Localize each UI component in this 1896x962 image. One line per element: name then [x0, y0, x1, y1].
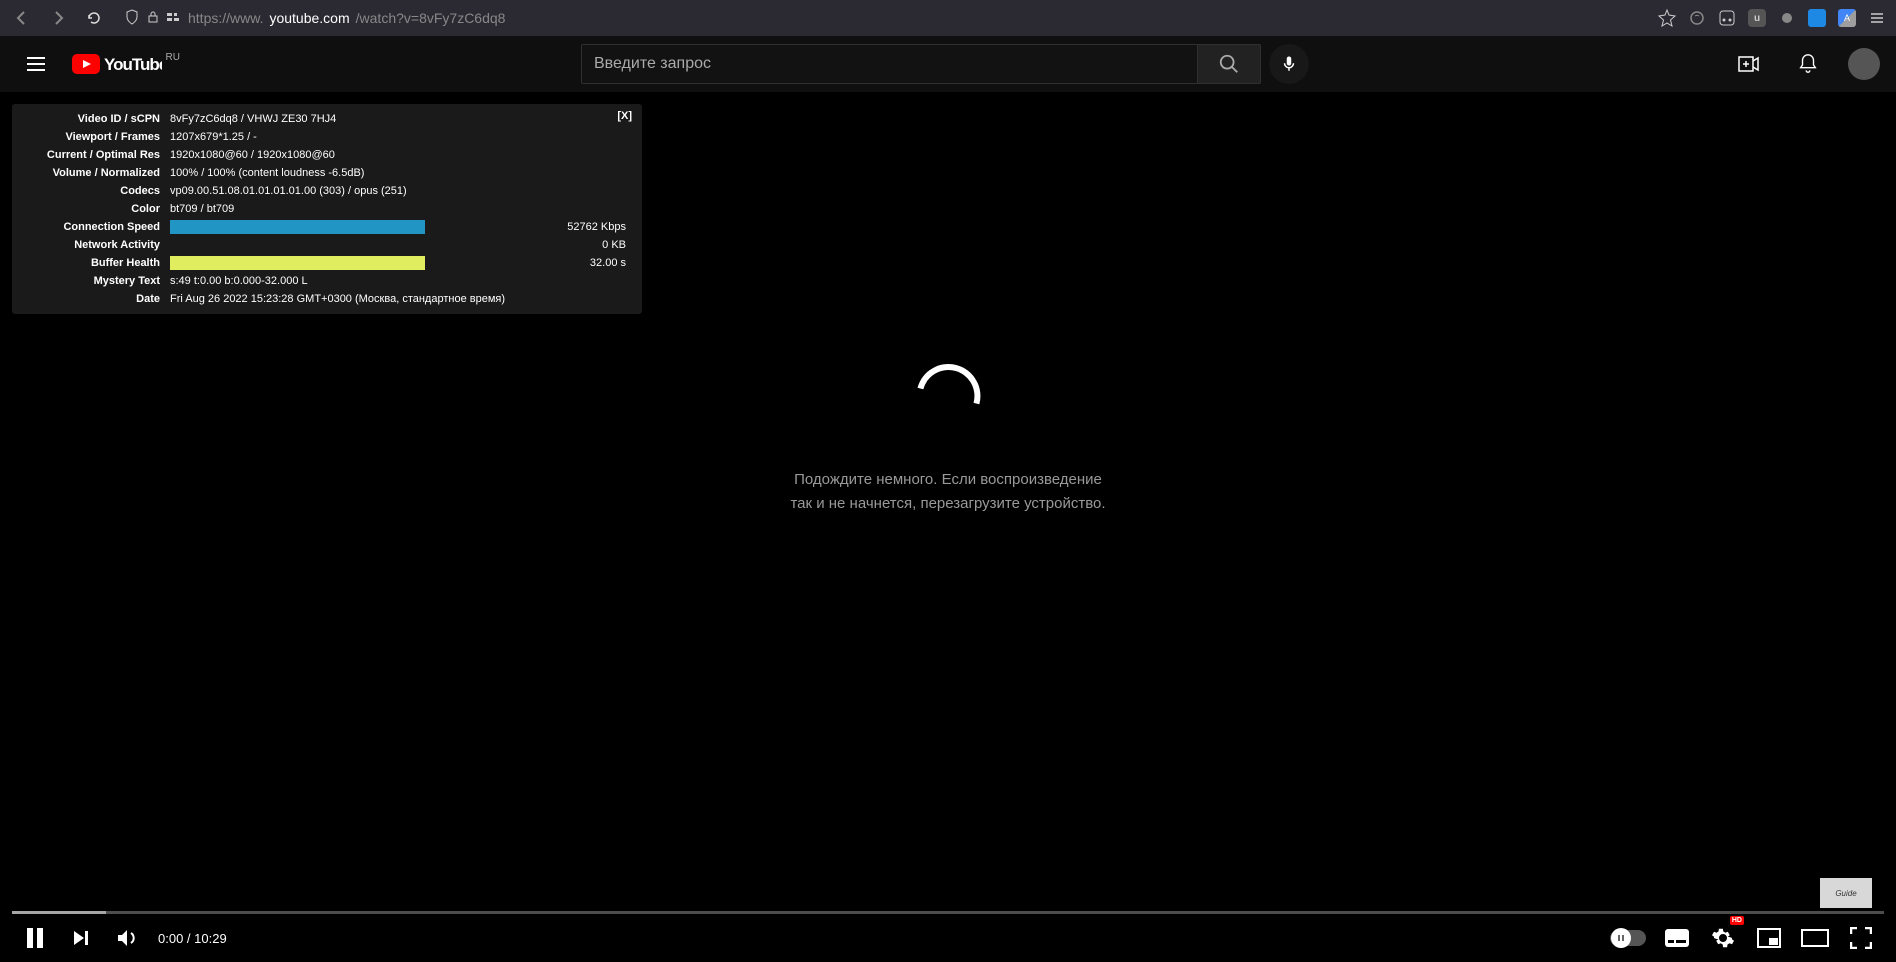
create-button[interactable] — [1728, 44, 1768, 84]
stats-label: Mystery Text — [20, 272, 170, 290]
time-display: 0:00 / 10:29 — [158, 931, 227, 946]
stats-label: Codecs — [20, 182, 170, 200]
volume-button[interactable] — [104, 914, 150, 962]
autoplay-toggle[interactable] — [1610, 930, 1646, 946]
url-scheme: https://www. — [188, 10, 263, 26]
url-domain: youtube.com — [269, 10, 349, 26]
stats-label: Volume / Normalized — [20, 164, 170, 182]
guide-menu-button[interactable] — [16, 44, 56, 84]
autoplay-thumb-icon — [1611, 928, 1631, 948]
player-controls: 0:00 / 10:29 HD — [0, 914, 1896, 962]
back-button[interactable] — [8, 4, 36, 32]
connection-speed-bar — [170, 220, 425, 234]
translate-icon[interactable]: A — [1836, 7, 1858, 29]
extension-icon-3[interactable] — [1776, 7, 1798, 29]
youtube-logo[interactable]: YouTube RU — [72, 54, 162, 74]
stats-value: 0 KB — [514, 236, 634, 254]
permissions-icon — [166, 10, 182, 26]
stats-value: s:49 t:0.00 b:0.000-32.000 L — [170, 272, 634, 290]
buffer-health-bar — [170, 256, 425, 270]
voice-search-button[interactable] — [1269, 44, 1309, 84]
stats-value: 1920x1080@60 / 1920x1080@60 — [170, 146, 634, 164]
video-player: [X] Video ID / sCPN8vFy7zC6dq8 / VHWJ ZE… — [0, 92, 1896, 962]
settings-button[interactable]: HD — [1700, 914, 1746, 962]
stats-panel: [X] Video ID / sCPN8vFy7zC6dq8 / VHWJ ZE… — [12, 104, 642, 314]
stats-label: Color — [20, 200, 170, 218]
bookmark-star-icon[interactable] — [1656, 7, 1678, 29]
next-button[interactable] — [58, 914, 104, 962]
logo-region: RU — [166, 52, 180, 63]
stats-label: Video ID / sCPN — [20, 110, 170, 128]
wait-message: Подождите немного. Если воспроизведение … — [790, 468, 1105, 516]
stats-label: Network Activity — [20, 236, 170, 254]
stats-value: Fri Aug 26 2022 15:23:28 GMT+0300 (Москв… — [170, 290, 634, 308]
shield-icon — [124, 9, 140, 28]
stats-label: Current / Optimal Res — [20, 146, 170, 164]
loading-state: Подождите немного. Если воспроизведение … — [790, 364, 1105, 516]
channel-watermark[interactable]: Guide — [1820, 878, 1872, 908]
spinner-icon — [904, 352, 991, 439]
stats-value: 1207x679*1.25 / - — [170, 128, 634, 146]
pause-button[interactable] — [12, 914, 58, 962]
forward-button[interactable] — [44, 4, 72, 32]
stats-value: 100% / 100% (content loudness -6.5dB) — [170, 164, 634, 182]
youtube-masthead: YouTube RU Введите запрос — [0, 36, 1896, 92]
browser-toolbar: https://www. youtube.com/watch?v=8vFy7zC6… — [0, 0, 1896, 36]
app-menu-icon[interactable] — [1866, 7, 1888, 29]
extension-icon-4[interactable] — [1806, 7, 1828, 29]
search-input[interactable]: Введите запрос — [581, 44, 1197, 84]
address-bar[interactable]: https://www. youtube.com/watch?v=8vFy7zC6… — [116, 9, 1648, 28]
stats-value: 32.00 s — [514, 254, 634, 272]
extension-icon-1[interactable] — [1686, 7, 1708, 29]
notifications-button[interactable] — [1788, 44, 1828, 84]
stats-close-button[interactable]: [X] — [617, 110, 632, 122]
subtitles-button[interactable] — [1654, 914, 1700, 962]
stats-value: 52762 Kbps — [514, 218, 634, 236]
extension-icon-2[interactable] — [1716, 7, 1738, 29]
search-placeholder: Введите запрос — [594, 55, 711, 73]
stats-value: vp09.00.51.08.01.01.01.01.00 (303) / opu… — [170, 182, 634, 200]
miniplayer-button[interactable] — [1746, 914, 1792, 962]
stats-value: 8vFy7zC6dq8 / VHWJ ZE30 7HJ4 — [170, 110, 634, 128]
toolbar-extensions: u A — [1656, 7, 1888, 29]
fullscreen-button[interactable] — [1838, 914, 1884, 962]
search-button[interactable] — [1197, 44, 1261, 84]
ublock-icon[interactable]: u — [1746, 7, 1768, 29]
svg-text:YouTube: YouTube — [104, 55, 162, 74]
hd-badge: HD — [1730, 916, 1744, 925]
stats-value: bt709 / bt709 — [170, 200, 634, 218]
stats-label: Viewport / Frames — [20, 128, 170, 146]
stats-label: Connection Speed — [20, 218, 170, 236]
lock-icon — [146, 10, 160, 27]
wait-line-1: Подождите немного. Если воспроизведение — [790, 468, 1105, 492]
reload-button[interactable] — [80, 4, 108, 32]
avatar[interactable] — [1848, 48, 1880, 80]
network-activity-bar — [170, 238, 425, 252]
theater-mode-button[interactable] — [1792, 914, 1838, 962]
url-path: /watch?v=8vFy7zC6dq8 — [356, 10, 506, 26]
stats-label: Date — [20, 290, 170, 308]
wait-line-2: так и не начнется, перезагрузите устройс… — [790, 492, 1105, 516]
stats-label: Buffer Health — [20, 254, 170, 272]
